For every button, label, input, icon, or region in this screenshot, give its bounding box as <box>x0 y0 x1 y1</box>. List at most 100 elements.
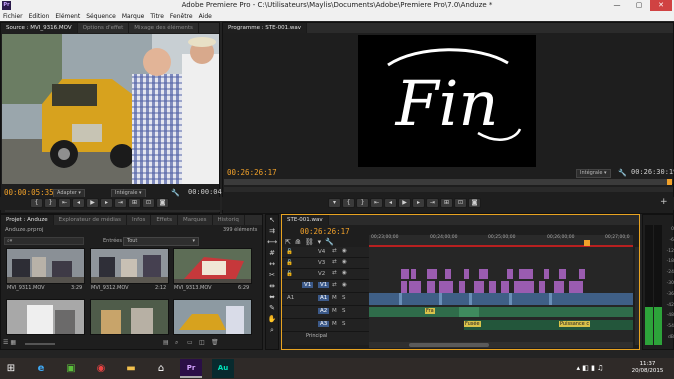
home-icon[interactable]: ⌂ <box>150 359 172 378</box>
list-view-icon[interactable]: ☰ <box>3 339 8 346</box>
taskbar-clock[interactable]: 11:37 20/08/2015 <box>625 361 670 375</box>
mark-in-button[interactable]: { <box>342 198 355 208</box>
source-timecode-in[interactable]: 00:00:05:35 <box>4 188 54 197</box>
menu-titre[interactable]: Titre <box>147 11 167 21</box>
source-patch-a[interactable]: A1 <box>287 295 294 301</box>
solo-button[interactable]: S <box>342 308 346 314</box>
tab-clip-mixer[interactable]: Mixage des éléments <box>129 23 199 33</box>
minimize-button[interactable]: — <box>606 0 628 11</box>
premiere-pro-taskbar-icon[interactable]: Pr <box>180 359 202 378</box>
sync-lock-icon[interactable]: ⇄ <box>332 248 337 254</box>
project-item-thumbnail[interactable] <box>173 299 252 335</box>
go-to-out-button[interactable]: ⇥ <box>114 198 127 208</box>
menu-marque[interactable]: Marque <box>119 11 148 21</box>
menu-aide[interactable]: Aide <box>196 11 215 21</box>
go-to-out-button[interactable]: ⇥ <box>426 198 439 208</box>
eye-icon[interactable]: ◉ <box>342 282 347 288</box>
project-item-thumbnail[interactable] <box>90 248 169 284</box>
export-frame-button[interactable]: ◙ <box>156 198 169 208</box>
timeline-settings-icon[interactable]: 🔧 <box>325 238 338 246</box>
project-item-thumbnail[interactable] <box>90 299 169 335</box>
go-to-in-button[interactable]: ⇤ <box>370 198 383 208</box>
program-video-frame[interactable]: Fin <box>358 35 536 167</box>
project-item-thumbnail[interactable] <box>6 299 85 335</box>
hand-tool-icon[interactable]: ✋ <box>266 314 278 325</box>
new-item-icon[interactable]: ◫ <box>199 339 205 346</box>
nest-icon[interactable]: ⇱ <box>285 238 295 246</box>
track-area[interactable]: Fra Fusée Puissance c <box>369 247 633 345</box>
program-playhead[interactable] <box>667 179 672 185</box>
lift-button[interactable]: ⊞ <box>440 198 453 208</box>
timeline-playhead-handle[interactable] <box>584 240 590 246</box>
tab-effect-options[interactable]: Options d'effet <box>78 23 130 33</box>
timeline-scrollbar[interactable] <box>369 342 633 348</box>
pen-tool-icon[interactable]: ✎ <box>266 303 278 314</box>
extract-button[interactable]: ⊡ <box>454 198 467 208</box>
track-label[interactable]: A3 <box>318 321 330 327</box>
tab-effects[interactable]: Effets <box>151 215 178 225</box>
selection-tool-icon[interactable]: ↖ <box>266 215 278 226</box>
timeline-ruler[interactable]: 00;23;00;00 00;24;00;00 00;25;00;00 00;2… <box>369 235 633 247</box>
sync-lock-icon[interactable]: ⇄ <box>332 282 337 288</box>
overwrite-button[interactable]: ⊡ <box>142 198 155 208</box>
find-icon[interactable]: ⌕ <box>175 339 178 347</box>
tab-media-browser[interactable]: Explorateur de médias <box>54 215 128 225</box>
audio-clip-a2[interactable]: Fusée Puissance c <box>464 320 633 330</box>
source-video-frame[interactable] <box>2 34 219 184</box>
timeline-vertical-scrollbar[interactable] <box>635 247 639 345</box>
entries-dropdown[interactable]: Tout ▾ <box>123 237 199 246</box>
source-patch-v[interactable]: V1 <box>302 282 314 288</box>
automate-icon[interactable]: ▤ <box>163 339 169 346</box>
program-zoom-bar[interactable] <box>224 187 673 192</box>
lock-icon[interactable]: 🔓 <box>286 249 293 255</box>
mark-out-button[interactable]: } <box>44 198 57 208</box>
track-label[interactable]: A1 <box>318 295 330 301</box>
tab-history[interactable]: Historiq <box>213 215 245 225</box>
step-forward-button[interactable]: ▸ <box>412 198 425 208</box>
tab-sequence[interactable]: STE-001.wav <box>282 215 329 225</box>
timeline-timecode[interactable]: 00:26:26:17 <box>300 227 350 236</box>
menu-fichier[interactable]: Fichier <box>0 11 26 21</box>
program-quality-dropdown[interactable]: Intégrale ▾ <box>576 169 611 178</box>
go-to-in-button[interactable]: ⇤ <box>58 198 71 208</box>
rolling-edit-tool-icon[interactable]: # <box>266 248 278 259</box>
play-button[interactable]: ▶ <box>86 198 99 208</box>
step-back-button[interactable]: ◂ <box>72 198 85 208</box>
start-button-icon[interactable]: ⊞ <box>0 359 22 378</box>
mute-button[interactable]: M <box>332 308 337 314</box>
track-label[interactable]: A2 <box>318 308 330 314</box>
eye-icon[interactable]: ◉ <box>342 270 347 276</box>
internet-explorer-icon[interactable]: e <box>30 359 52 378</box>
mute-button[interactable]: M <box>332 321 337 327</box>
program-timebar[interactable] <box>224 179 673 185</box>
slip-tool-icon[interactable]: ⇹ <box>266 281 278 292</box>
new-bin-icon[interactable]: ▭ <box>187 339 193 346</box>
video-clips-upper[interactable] <box>369 269 633 295</box>
tab-info[interactable]: Infos <box>127 215 152 225</box>
video-clips-v1[interactable] <box>369 293 633 306</box>
export-frame-button[interactable]: ◙ <box>468 198 481 208</box>
sync-lock-icon[interactable]: ⇄ <box>332 270 337 276</box>
step-forward-button[interactable]: ▸ <box>100 198 113 208</box>
add-marker-button[interactable]: ▾ <box>328 198 341 208</box>
project-item-thumbnail[interactable] <box>6 248 85 284</box>
slide-tool-icon[interactable]: ⬌ <box>266 292 278 303</box>
wrench-icon[interactable]: 🔧 <box>171 189 180 197</box>
clear-icon[interactable]: 🗑 <box>211 339 219 346</box>
mark-out-button[interactable]: } <box>356 198 369 208</box>
solo-button[interactable]: S <box>342 321 346 327</box>
audition-taskbar-icon[interactable]: Au <box>212 359 234 378</box>
insert-button[interactable]: ⊞ <box>128 198 141 208</box>
eye-icon[interactable]: ◉ <box>342 259 347 265</box>
track-label[interactable]: V1 <box>318 282 330 288</box>
zoom-slider[interactable] <box>25 343 55 345</box>
add-button-icon[interactable]: + <box>660 197 668 207</box>
ripple-edit-tool-icon[interactable]: ⟷ <box>266 237 278 248</box>
mark-in-button[interactable]: { <box>30 198 43 208</box>
mute-button[interactable]: M <box>332 295 337 301</box>
maximize-button[interactable]: ▢ <box>628 0 650 11</box>
menu-edition[interactable]: Edition <box>26 11 53 21</box>
file-explorer-icon[interactable]: ▬ <box>120 359 142 378</box>
menu-sequence[interactable]: Séquence <box>83 11 119 21</box>
tab-source[interactable]: Source : MVI_9316.MOV <box>1 23 78 33</box>
